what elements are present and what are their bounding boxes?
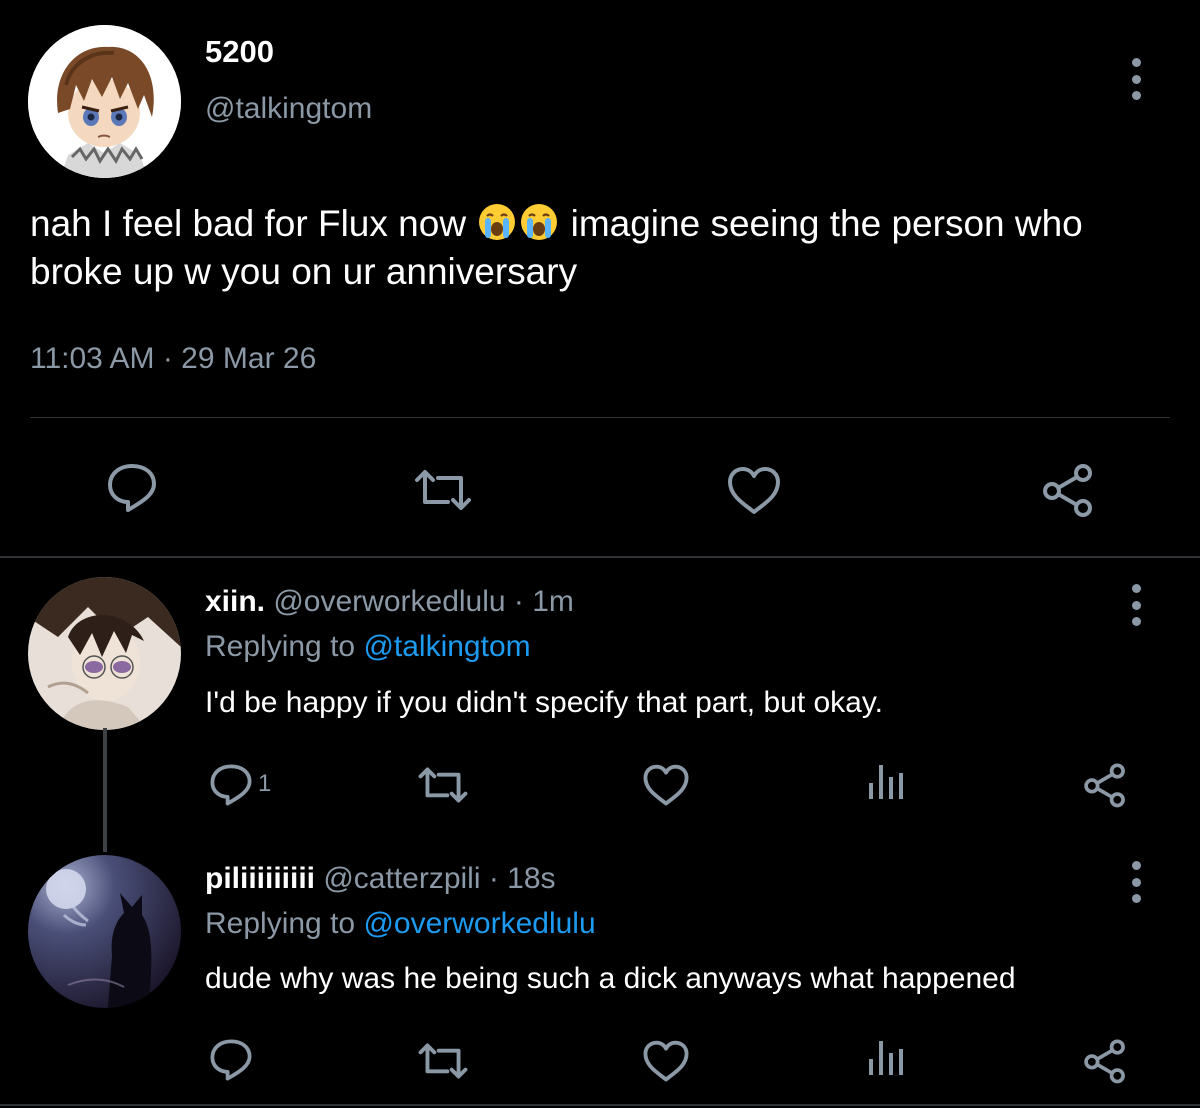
divider <box>0 556 1200 558</box>
analytics-icon[interactable] <box>866 761 906 801</box>
loudly-crying-face-icon <box>519 202 559 242</box>
reply-text: I'd be happy if you didn't specify that … <box>205 686 883 719</box>
replying-to-mention[interactable]: @overworkedlulu <box>363 907 595 940</box>
reply-count: 1 <box>258 770 272 797</box>
reply-icon[interactable] <box>208 1038 254 1082</box>
like-icon[interactable] <box>642 1040 690 1083</box>
avatar-talkingtom[interactable] <box>28 25 181 178</box>
replying-to-label: Replying to <box>205 630 364 663</box>
replying-to-label: Replying to <box>205 907 364 940</box>
replying-to-mention[interactable]: @talkingtom <box>363 630 530 663</box>
replying-to: Replying to @talkingtom <box>205 630 531 664</box>
avatar-catterzpili[interactable] <box>28 855 181 1008</box>
reply-icon[interactable] <box>208 763 254 807</box>
display-name[interactable]: 5200 <box>205 34 274 70</box>
user-handle[interactable]: @talkingtom <box>205 92 372 126</box>
thread-connector-line <box>103 728 107 852</box>
share-icon[interactable] <box>1040 462 1096 518</box>
divider <box>0 1104 1200 1106</box>
reply-header: piliiiiiiiii @catterzpili · 18s <box>205 862 556 896</box>
loudly-crying-face-icon <box>477 202 517 242</box>
share-icon[interactable] <box>1082 1038 1128 1084</box>
retweet-icon[interactable] <box>416 766 470 804</box>
more-options-icon[interactable] <box>1130 861 1142 903</box>
like-icon[interactable] <box>726 466 782 516</box>
avatar-overworkedlulu[interactable] <box>28 577 181 730</box>
more-options-icon[interactable] <box>1130 58 1142 100</box>
reply-text: dude why was he being such a dick anyway… <box>205 962 1016 995</box>
divider <box>30 417 1170 418</box>
tweet-timestamp[interactable]: 11:03 AM · 29 Mar 26 <box>30 342 316 376</box>
tweet-text: nah I feel bad for Flux now imagine seei… <box>30 200 1170 296</box>
reply-handle-time[interactable]: @overworkedlulu · 1m <box>265 585 574 618</box>
replying-to: Replying to @overworkedlulu <box>205 907 596 941</box>
reply-display-name[interactable]: xiin. <box>205 585 265 618</box>
like-icon[interactable] <box>642 764 690 807</box>
share-icon[interactable] <box>1082 762 1128 808</box>
reply-display-name[interactable]: piliiiiiiiii <box>205 862 315 895</box>
retweet-icon[interactable] <box>412 468 474 512</box>
analytics-icon[interactable] <box>866 1037 906 1077</box>
tweet-text-part-1: nah I feel bad for Flux now <box>30 203 477 244</box>
reply-handle-time[interactable]: @catterzpili · 18s <box>315 862 555 895</box>
retweet-icon[interactable] <box>416 1042 470 1080</box>
reply-icon[interactable] <box>105 462 159 514</box>
more-options-icon[interactable] <box>1130 584 1142 626</box>
reply-header: xiin. @overworkedlulu · 1m <box>205 585 574 619</box>
